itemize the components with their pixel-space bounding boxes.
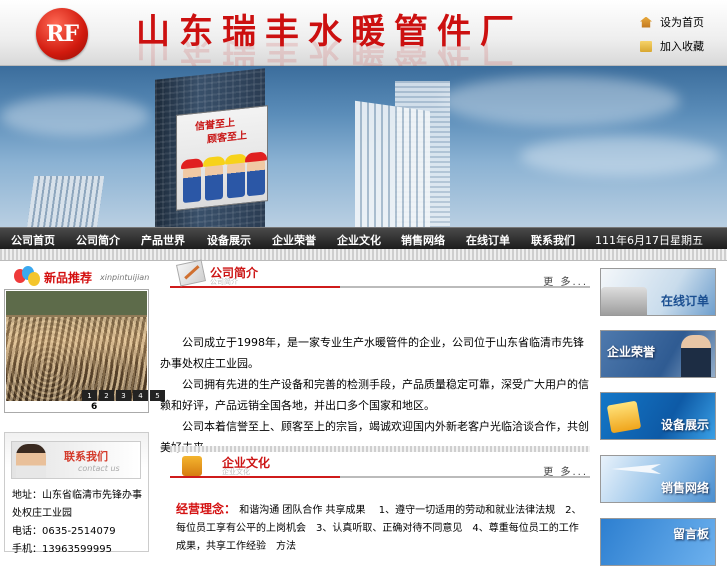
folder-stack-icon <box>606 400 642 434</box>
pager-button-2[interactable]: 2 <box>99 390 114 401</box>
book-icon <box>182 456 202 476</box>
set-homepage-link[interactable]: 设为首页 <box>640 14 704 30</box>
new-products-title: 新品推荐 <box>44 270 93 285</box>
product-photo-texture <box>6 317 147 401</box>
site-title-reflection: 山东瑞丰水暖管件厂 <box>136 40 523 66</box>
balloon-icon <box>14 266 40 288</box>
sales-network-button[interactable]: 销售网络 <box>600 455 716 503</box>
worker-figure <box>247 154 265 197</box>
pen-paper-icon <box>175 259 207 287</box>
nav-contact[interactable]: 联系我们 <box>531 232 575 248</box>
pager-button-3[interactable]: 3 <box>116 390 131 401</box>
online-order-button[interactable]: 在线订单 <box>600 268 716 316</box>
main-content: 公司简介 公司简介 更 多... 公司成立于1998年，是一家专业生产水暖管件的… <box>160 259 592 552</box>
contact-details: 地址：山东省临清市先锋办事处权庄工业园 电话：0635-2514079 手机：1… <box>12 487 147 559</box>
honors-button[interactable]: 企业荣誉 <box>600 330 716 378</box>
nav-divider-strip <box>0 249 727 261</box>
company-logo[interactable]: RF <box>36 8 88 60</box>
product-photo[interactable] <box>6 291 147 401</box>
intro-paragraph: 公司成立于1998年，是一家专业生产水暖管件的企业，公司位于山东省临清市先锋办事… <box>160 336 584 370</box>
airplane-icon <box>611 464 661 474</box>
site-header: RF 山东瑞丰水暖管件厂 山东瑞丰水暖管件厂 设为首页 加入收藏 <box>0 0 727 66</box>
contact-subtitle: contact us <box>78 464 120 473</box>
nav-products[interactable]: 产品世界 <box>141 232 185 248</box>
slideshow-caption: 6 <box>91 402 98 412</box>
message-board-label: 留言板 <box>672 527 709 541</box>
online-order-label: 在线订单 <box>660 294 709 308</box>
left-sidebar: 新品推荐 xinpintuijian 1 2 3 4 5 6 联系我们 cont… <box>0 262 165 555</box>
contact-title: 联系我们 <box>64 450 108 463</box>
slideshow-pager: 1 2 3 4 5 <box>82 390 165 401</box>
new-products-pinyin: xinpintuijian <box>100 272 150 282</box>
nav-date: 111年6月17日星期五 <box>595 234 703 247</box>
nav-culture[interactable]: 企业文化 <box>337 232 381 248</box>
new-products-header: 新品推荐 xinpintuijian <box>14 266 149 288</box>
main-navigation: 公司首页 公司简介 产品世界 设备展示 企业荣誉 企业文化 销售网络 在线订单 … <box>0 227 727 249</box>
contact-address: 地址：山东省临清市先锋办事处权庄工业园 <box>12 490 142 519</box>
sales-network-label: 销售网络 <box>660 481 709 495</box>
set-homepage-label: 设为首页 <box>660 16 704 29</box>
add-favorite-label: 加入收藏 <box>660 40 704 53</box>
equipment-button[interactable]: 设备展示 <box>600 392 716 440</box>
intro-subtitle: 公司简介 <box>210 278 238 286</box>
contact-banner[interactable]: 联系我们 contact us <box>11 441 141 479</box>
home-icon <box>640 16 652 28</box>
intro-paragraph: 公司拥有先进的生产设备和完善的检测手段，产品质量稳定可靠，深受广大用户的信赖和好… <box>160 378 589 412</box>
pager-button-1[interactable]: 1 <box>82 390 97 401</box>
laptop-icon <box>601 287 647 315</box>
worker-figure <box>183 161 201 204</box>
folder-icon <box>640 40 652 52</box>
worker-figure <box>227 156 245 199</box>
businessman-icon <box>681 335 711 377</box>
nav-sales-network[interactable]: 销售网络 <box>401 232 445 248</box>
honors-label: 企业荣誉 <box>607 345 656 359</box>
cloud <box>440 76 680 126</box>
building-right-front <box>355 100 430 227</box>
culture-body: 经营理念： 和谐沟通 团队合作 共享成果 1、遵守一切适用的劳动和就业法律法规 … <box>176 500 586 556</box>
equipment-label: 设备展示 <box>660 418 709 432</box>
balloon-yellow <box>28 272 40 286</box>
billboard-text-2: 顾客至上 <box>207 130 247 146</box>
new-products-slideshow[interactable]: 1 2 3 4 5 6 <box>4 289 165 413</box>
contact-phone: 电话：0635-2514079 <box>12 526 116 537</box>
nav-online-order[interactable]: 在线订单 <box>466 232 510 248</box>
customer-service-avatar <box>16 444 46 478</box>
cloud <box>520 136 720 176</box>
pager-button-4[interactable]: 4 <box>133 390 148 401</box>
worker-figure <box>205 158 223 201</box>
cloud <box>0 96 150 136</box>
intro-section-header: 公司简介 公司简介 更 多... <box>170 259 590 288</box>
nav-honors[interactable]: 企业荣誉 <box>272 232 316 248</box>
intro-body: 公司成立于1998年，是一家专业生产水暖管件的企业，公司位于山东省临清市先锋办事… <box>160 332 592 458</box>
nav-home[interactable]: 公司首页 <box>11 232 55 248</box>
intro-more-link[interactable]: 更 多... <box>543 273 588 288</box>
culture-more-link[interactable]: 更 多... <box>543 463 588 478</box>
culture-section-header: 企业文化 企业文化 更 多... <box>170 446 590 478</box>
billboard: 信誉至上 顾客至上 <box>176 105 268 211</box>
nav-company-intro[interactable]: 公司简介 <box>76 232 120 248</box>
nav-equipment[interactable]: 设备展示 <box>207 232 251 248</box>
building-left <box>25 176 105 227</box>
hero-banner: 信誉至上 顾客至上 <box>0 66 727 227</box>
culture-subtitle: 企业文化 <box>222 468 250 476</box>
message-board-button[interactable]: 留言板 <box>600 518 716 566</box>
add-favorite-link[interactable]: 加入收藏 <box>640 38 704 54</box>
contact-mobile: 手机：13963599995 <box>12 544 112 555</box>
contact-panel: 联系我们 contact us 地址：山东省临清市先锋办事处权庄工业园 电话：0… <box>4 432 149 555</box>
culture-label: 经营理念： <box>176 502 237 516</box>
